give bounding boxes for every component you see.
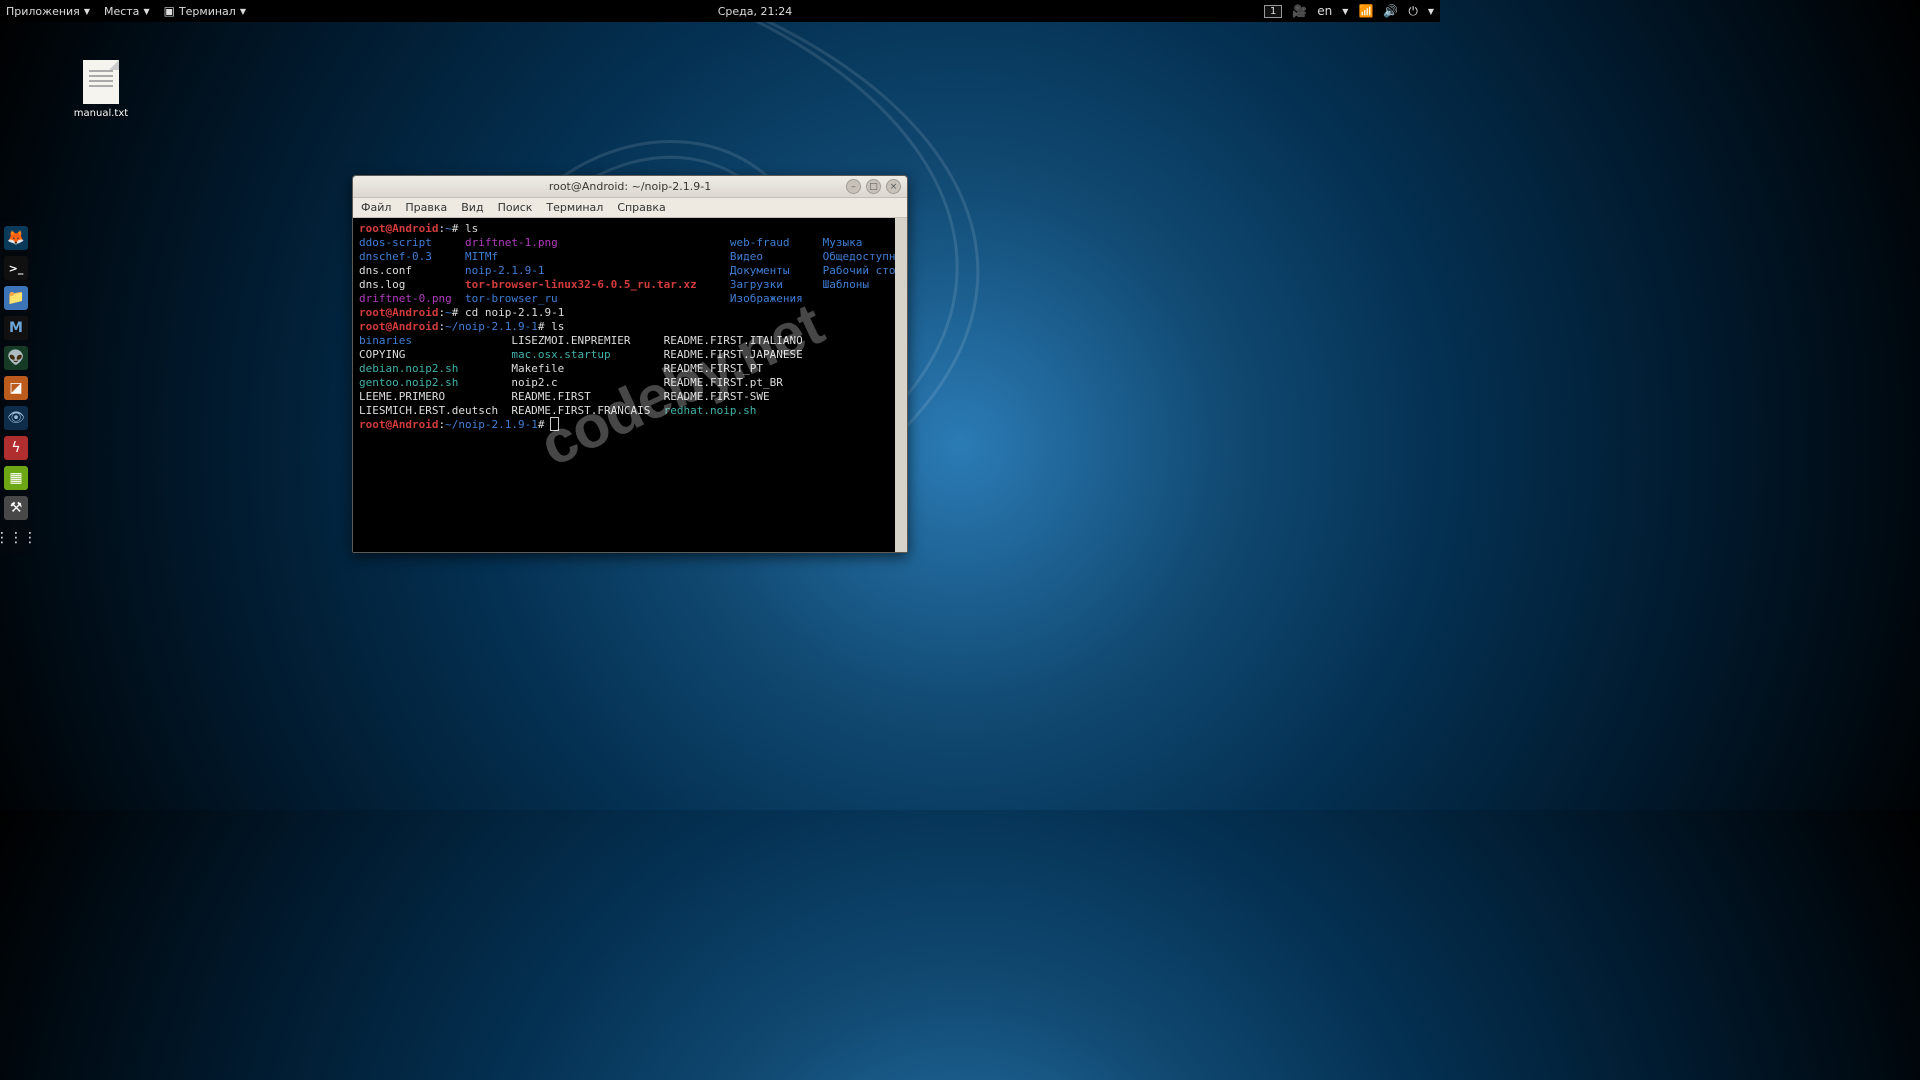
- dock: 🦊 >_ 📁 M 👽 ◪ 👁 ϟ ▦ ⚒ ⋮⋮⋮: [0, 222, 32, 554]
- menu-applications[interactable]: Приложения ▼: [6, 5, 90, 18]
- language-indicator[interactable]: en: [1317, 4, 1332, 18]
- desktop-file-manual[interactable]: manual.txt: [71, 60, 131, 119]
- titlebar[interactable]: root@Android: ~/noip-2.1.9-1 – □ ×: [353, 176, 907, 198]
- terminal-icon: ▣: [164, 4, 175, 18]
- menu-places[interactable]: Места ▼: [104, 5, 150, 18]
- dock-files[interactable]: 📁: [4, 286, 28, 310]
- menu-search[interactable]: Поиск: [498, 201, 533, 214]
- dock-firefox[interactable]: 🦊: [4, 226, 28, 250]
- dock-burp[interactable]: ◪: [4, 376, 28, 400]
- dock-armitage[interactable]: 👽: [4, 346, 28, 370]
- clock[interactable]: Среда, 21:24: [246, 5, 1264, 18]
- menu-edit[interactable]: Правка: [405, 201, 447, 214]
- chevron-down-icon: ▼: [143, 7, 149, 16]
- window-title: root@Android: ~/noip-2.1.9-1: [353, 180, 907, 193]
- menu-applications-label: Приложения: [6, 5, 80, 18]
- dock-settings[interactable]: ⚒: [4, 496, 28, 520]
- clock-label: Среда, 21:24: [718, 5, 792, 18]
- dock-notes[interactable]: ▦: [4, 466, 28, 490]
- menu-view[interactable]: Вид: [461, 201, 483, 214]
- topbar: Приложения ▼ Места ▼ ▣ Терминал ▼ Среда,…: [0, 0, 1440, 22]
- minimize-button[interactable]: –: [846, 179, 861, 194]
- dock-metasploit[interactable]: M: [4, 316, 28, 340]
- chevron-down-icon: ▼: [1342, 7, 1348, 16]
- menu-help[interactable]: Справка: [617, 201, 665, 214]
- menubar: Файл Правка Вид Поиск Терминал Справка: [353, 198, 907, 218]
- terminal-window: root@Android: ~/noip-2.1.9-1 – □ × Файл …: [352, 175, 908, 553]
- chevron-down-icon: ▼: [84, 7, 90, 16]
- menu-places-label: Места: [104, 5, 139, 18]
- taskbar-terminal[interactable]: ▣ Терминал ▼: [164, 4, 246, 18]
- chevron-down-icon: ▼: [1428, 7, 1434, 16]
- dock-show-apps[interactable]: ⋮⋮⋮: [4, 526, 28, 550]
- dock-terminal[interactable]: >_: [4, 256, 28, 280]
- menu-terminal[interactable]: Терминал: [546, 201, 603, 214]
- dock-zenmap[interactable]: 👁: [4, 406, 28, 430]
- textfile-icon: [83, 60, 119, 104]
- power-icon[interactable]: ⏻: [1408, 4, 1418, 19]
- volume-icon[interactable]: 🔊: [1383, 4, 1398, 18]
- desktop-file-label: manual.txt: [71, 108, 131, 119]
- dock-faraday[interactable]: ϟ: [4, 436, 28, 460]
- wifi-icon[interactable]: 📶: [1358, 4, 1373, 18]
- taskbar-terminal-label: Терминал: [179, 5, 236, 18]
- screencast-icon[interactable]: 🎥: [1292, 4, 1307, 18]
- terminal-content[interactable]: root@Android:~# ls ddos-script driftnet-…: [353, 218, 907, 552]
- close-button[interactable]: ×: [886, 179, 901, 194]
- menu-file[interactable]: Файл: [361, 201, 391, 214]
- workspace-indicator[interactable]: 1: [1264, 5, 1282, 18]
- maximize-button[interactable]: □: [866, 179, 881, 194]
